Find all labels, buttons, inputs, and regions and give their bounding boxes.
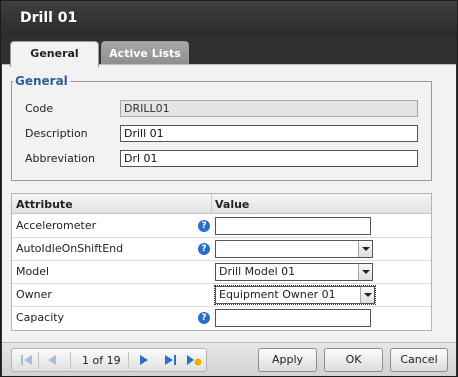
code-label: Code — [25, 102, 54, 115]
abbreviation-field[interactable]: Drl 01 — [120, 150, 418, 167]
table-row: Owner Equipment Owner 01 — [12, 284, 431, 307]
attribute-name: Capacity — [16, 311, 65, 324]
window-title: Drill 01 — [20, 10, 78, 26]
accelerometer-input[interactable] — [215, 217, 371, 235]
column-divider — [211, 194, 212, 214]
tab-content: General Code DRILL01 Description Drill 0… — [2, 64, 456, 342]
tab-general[interactable]: General — [10, 41, 99, 67]
table-row: Model Drill Model 01 — [12, 261, 431, 284]
chevron-down-icon[interactable] — [360, 287, 374, 303]
help-icon[interactable]: ? — [198, 312, 210, 324]
dialog-window: Drill 01 General Active Lists General Co… — [0, 0, 458, 377]
pager-divider — [128, 352, 129, 369]
chevron-down-icon[interactable] — [358, 264, 372, 280]
select-value: Equipment Owner 01 — [219, 288, 336, 301]
cancel-button[interactable]: Cancel — [390, 348, 448, 372]
dialog-footer: 1 of 19 Apply OK Cancel — [2, 342, 456, 376]
pager-divider — [38, 352, 39, 369]
tab-bar: General Active Lists — [1, 37, 457, 67]
general-legend: General — [13, 74, 70, 88]
column-header-attribute[interactable]: Attribute — [16, 198, 73, 211]
model-select[interactable]: Drill Model 01 — [215, 263, 373, 281]
attribute-name: Model — [16, 265, 50, 278]
first-page-icon[interactable] — [19, 353, 35, 367]
grid-header: Attribute Value — [12, 194, 431, 214]
attribute-grid: Attribute Value Accelerometer ? AutoIdle… — [11, 193, 432, 331]
attribute-name: Owner — [16, 288, 52, 301]
owner-select[interactable]: Equipment Owner 01 — [214, 285, 376, 305]
autoidle-select[interactable] — [215, 240, 373, 258]
apply-button[interactable]: Apply — [258, 348, 317, 372]
attribute-name: AutoIdleOnShiftEnd — [16, 242, 124, 255]
code-field: DRILL01 — [120, 100, 418, 117]
ok-button[interactable]: OK — [324, 348, 383, 372]
description-field[interactable]: Drill 01 — [120, 125, 418, 142]
next-page-icon[interactable] — [136, 353, 152, 367]
previous-page-icon[interactable] — [44, 353, 60, 367]
table-row: Accelerometer ? — [12, 215, 431, 238]
table-row: Capacity ? — [12, 307, 431, 330]
record-pager: 1 of 19 — [11, 348, 207, 372]
help-icon[interactable]: ? — [198, 220, 210, 232]
last-page-icon[interactable] — [162, 353, 178, 367]
add-record-icon[interactable] — [186, 353, 202, 367]
abbreviation-label: Abbreviation — [25, 152, 95, 165]
tab-active-lists[interactable]: Active Lists — [101, 41, 189, 66]
help-icon[interactable]: ? — [198, 243, 210, 255]
capacity-input[interactable] — [215, 309, 371, 327]
attribute-name: Accelerometer — [16, 219, 97, 232]
table-row: AutoIdleOnShiftEnd ? — [12, 238, 431, 261]
title-bar: Drill 01 — [1, 1, 457, 37]
description-label: Description — [25, 127, 88, 140]
page-indicator: 1 of 19 — [82, 354, 121, 367]
select-value: Drill Model 01 — [219, 265, 296, 278]
chevron-down-icon[interactable] — [358, 241, 372, 257]
column-header-value[interactable]: Value — [215, 198, 249, 211]
pager-divider — [70, 352, 71, 369]
